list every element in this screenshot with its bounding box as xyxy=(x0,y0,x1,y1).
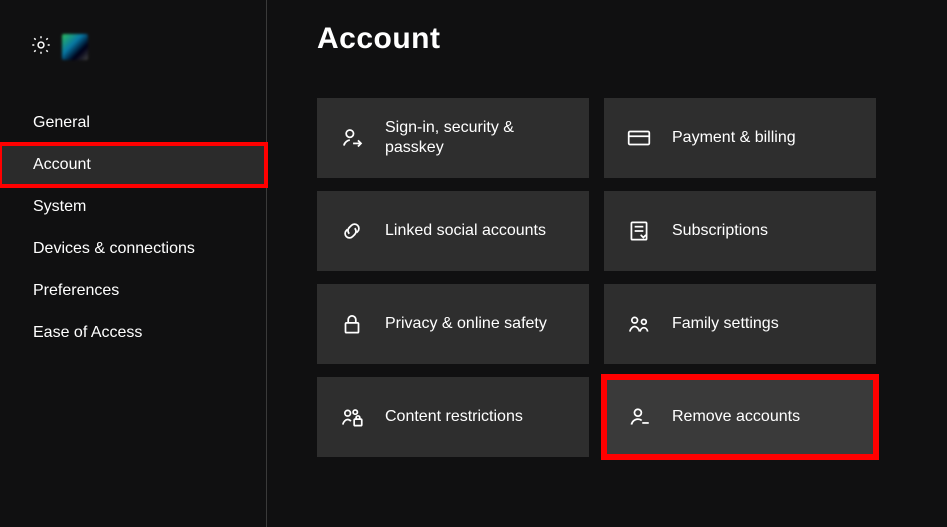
avatar[interactable] xyxy=(62,34,88,60)
sidebar-header xyxy=(0,0,266,70)
tile-remove-accounts[interactable]: Remove accounts xyxy=(604,377,876,457)
page-title: Account xyxy=(317,22,947,56)
app-root: General Account System Devices & connect… xyxy=(0,0,947,527)
tile-label: Payment & billing xyxy=(672,128,796,148)
sidebar-item-label: Ease of Access xyxy=(33,324,142,342)
tile-privacy-online-safety[interactable]: Privacy & online safety xyxy=(317,284,589,364)
tile-content-restrictions[interactable]: Content restrictions xyxy=(317,377,589,457)
sidebar-nav: General Account System Devices & connect… xyxy=(0,102,266,354)
lock-icon xyxy=(339,311,365,337)
sidebar-item-label: General xyxy=(33,114,90,132)
person-arrow-icon xyxy=(339,125,365,151)
tile-label: Content restrictions xyxy=(385,407,523,427)
tile-subscriptions[interactable]: Subscriptions xyxy=(604,191,876,271)
tile-label: Linked social accounts xyxy=(385,221,546,241)
tile-label: Privacy & online safety xyxy=(385,314,547,334)
person-lock-icon xyxy=(339,404,365,430)
sidebar-item-account[interactable]: Account xyxy=(0,144,266,186)
person-minus-icon xyxy=(626,404,652,430)
tile-payment-billing[interactable]: Payment & billing xyxy=(604,98,876,178)
family-icon xyxy=(626,311,652,337)
tile-linked-social-accounts[interactable]: Linked social accounts xyxy=(317,191,589,271)
sidebar: General Account System Devices & connect… xyxy=(0,0,267,527)
sidebar-item-label: Preferences xyxy=(33,282,119,300)
card-icon xyxy=(626,125,652,151)
sidebar-item-label: Devices & connections xyxy=(33,240,195,258)
tile-signin-security-passkey[interactable]: Sign-in, security & passkey xyxy=(317,98,589,178)
sidebar-item-general[interactable]: General xyxy=(0,102,266,144)
tile-label: Remove accounts xyxy=(672,407,800,427)
sidebar-item-preferences[interactable]: Preferences xyxy=(0,270,266,312)
sidebar-item-devices-connections[interactable]: Devices & connections xyxy=(0,228,266,270)
tile-label: Family settings xyxy=(672,314,779,334)
receipt-icon xyxy=(626,218,652,244)
sidebar-item-ease-of-access[interactable]: Ease of Access xyxy=(0,312,266,354)
link-icon xyxy=(339,218,365,244)
sidebar-item-label: System xyxy=(33,198,86,216)
tile-family-settings[interactable]: Family settings xyxy=(604,284,876,364)
sidebar-item-system[interactable]: System xyxy=(0,186,266,228)
tile-label: Sign-in, security & passkey xyxy=(385,118,514,158)
tile-label: Subscriptions xyxy=(672,221,768,241)
main-panel: Account Sign-in, security & passkey xyxy=(267,0,947,527)
tile-grid: Sign-in, security & passkey Payment & bi… xyxy=(317,98,947,457)
gear-icon[interactable] xyxy=(30,34,52,61)
sidebar-item-label: Account xyxy=(33,156,91,174)
